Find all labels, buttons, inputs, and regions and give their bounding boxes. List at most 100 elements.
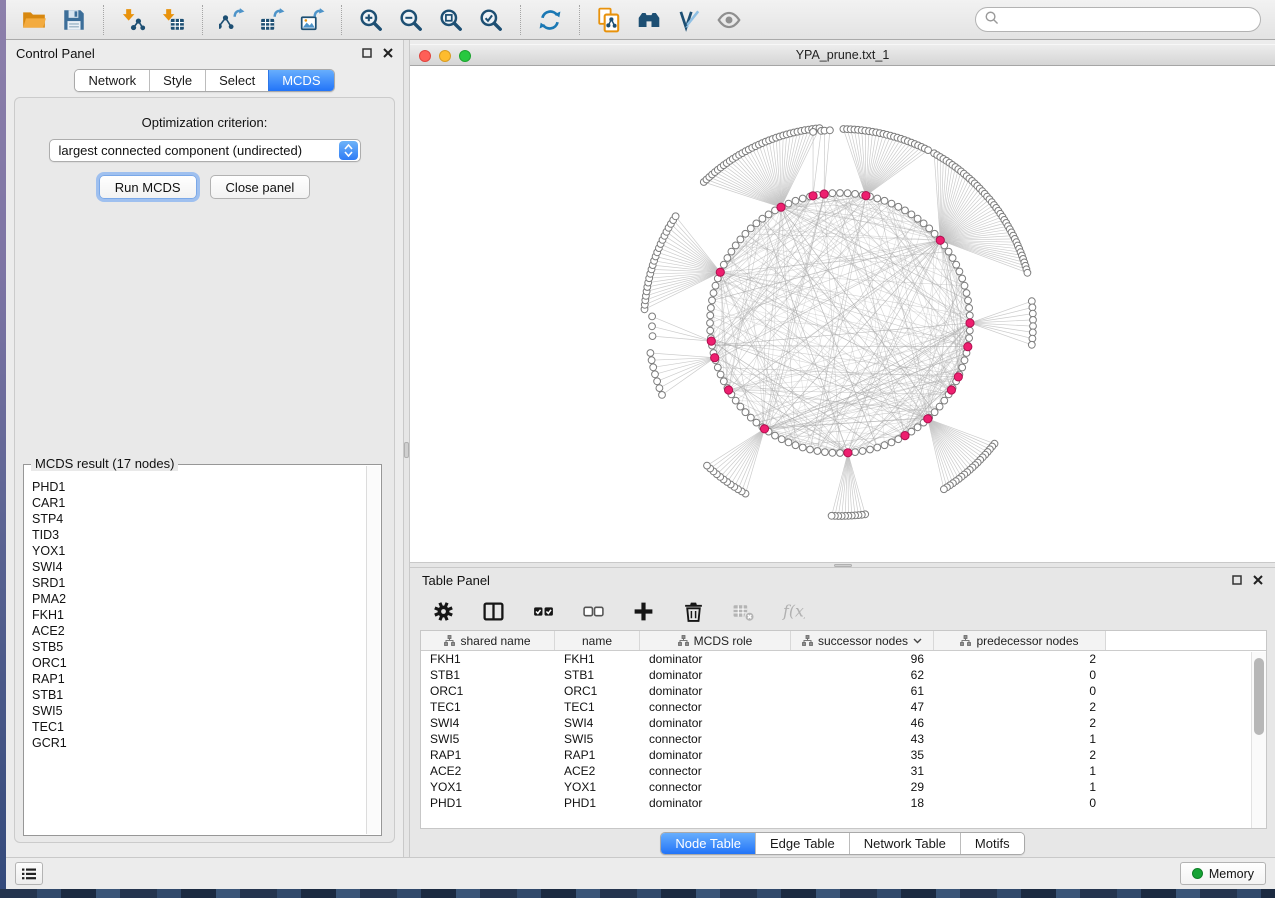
cell-mcds-role: dominator (640, 684, 791, 698)
horizontal-splitter[interactable] (410, 562, 1275, 568)
optimization-criterion-label: Optimization criterion: (142, 115, 268, 130)
maximize-window-button[interactable] (459, 50, 471, 62)
network-graph[interactable] (410, 66, 1275, 562)
mcds-result-item[interactable]: CAR1 (32, 495, 365, 511)
add-column-button[interactable] (630, 598, 656, 624)
table-row[interactable]: ORC1ORC1dominator610 (421, 683, 1266, 699)
import-network-button[interactable] (115, 3, 151, 37)
memory-button[interactable]: Memory (1180, 862, 1266, 885)
mcds-result-item[interactable]: STB5 (32, 639, 365, 655)
column-header-name[interactable]: name (555, 631, 640, 650)
column-header-mcds-role[interactable]: MCDS role (640, 631, 791, 650)
run-mcds-button[interactable]: Run MCDS (99, 175, 197, 199)
table-row[interactable]: STB1STB1dominator620 (421, 667, 1266, 683)
export-table-button[interactable] (254, 3, 290, 37)
splitter-grip[interactable] (404, 442, 409, 458)
table-tabs-group: Node TableEdge TableNetwork TableMotifs (660, 832, 1024, 855)
mcds-result-item[interactable]: ORC1 (32, 655, 365, 671)
tab-node-table[interactable]: Node Table (661, 833, 755, 854)
export-network-button[interactable] (214, 3, 250, 37)
export-image-button[interactable] (294, 3, 330, 37)
optimization-criterion-select[interactable]: largest connected component (undirected) (49, 139, 361, 162)
import-table-button[interactable] (155, 3, 191, 37)
close-panel-icon[interactable] (383, 48, 393, 58)
mcds-result-item[interactable]: SWI4 (32, 559, 365, 575)
column-header-predecessor-nodes[interactable]: predecessor nodes (934, 631, 1106, 650)
cell-predecessor-nodes: 2 (934, 700, 1106, 714)
cell-name: ACE2 (555, 764, 640, 778)
float-panel-icon[interactable] (362, 48, 372, 58)
task-history-button[interactable] (15, 862, 43, 885)
cell-mcds-role: dominator (640, 652, 791, 666)
cell-shared-name: RAP1 (421, 748, 555, 762)
open-file-button[interactable] (16, 3, 52, 37)
tab-select[interactable]: Select (205, 70, 268, 91)
mcds-result-item[interactable]: TID3 (32, 527, 365, 543)
zoom-out-button[interactable] (393, 3, 429, 37)
vertical-splitter[interactable] (403, 40, 410, 857)
column-header-shared-name[interactable]: shared name (421, 631, 555, 650)
mcds-result-item[interactable]: STP4 (32, 511, 365, 527)
tab-edge-table[interactable]: Edge Table (755, 833, 849, 854)
hide-graphics-details-button[interactable] (711, 3, 747, 37)
tab-style[interactable]: Style (149, 70, 205, 91)
tab-mcds[interactable]: MCDS (268, 70, 333, 91)
table-row[interactable]: PHD1PHD1dominator180 (421, 795, 1266, 811)
table-row[interactable]: TEC1TEC1connector472 (421, 699, 1266, 715)
deselect-all-button[interactable] (580, 598, 606, 624)
table-row[interactable]: FKH1FKH1dominator962 (421, 651, 1266, 667)
memory-status-icon (1192, 868, 1203, 879)
table-row[interactable]: SWI4SWI4dominator462 (421, 715, 1266, 731)
tab-motifs[interactable]: Motifs (960, 833, 1024, 854)
eye-icon (716, 7, 742, 33)
mcds-result-list: PHD1CAR1STP4TID3YOX1SWI4SRD1PMA2FKH1ACE2… (25, 475, 365, 834)
table-row[interactable]: SWI5SWI5connector431 (421, 731, 1266, 747)
show-columns-button[interactable] (480, 598, 506, 624)
select-all-button[interactable] (530, 598, 556, 624)
table-vertical-scrollbar[interactable] (1251, 652, 1266, 828)
zoom-fit-button[interactable] (433, 3, 469, 37)
attribute-type-icon (444, 635, 455, 646)
tab-network[interactable]: Network (75, 70, 149, 91)
mcds-result-item[interactable]: PMA2 (32, 591, 365, 607)
mcds-result-item[interactable]: SRD1 (32, 575, 365, 591)
minimize-window-button[interactable] (439, 50, 451, 62)
first-neighbors-button[interactable] (631, 3, 667, 37)
scrollbar-thumb[interactable] (1254, 658, 1264, 735)
mcds-result-item[interactable]: YOX1 (32, 543, 365, 559)
search-box[interactable] (975, 7, 1261, 32)
delete-column-button[interactable] (680, 598, 706, 624)
network-canvas[interactable] (410, 66, 1275, 562)
close-panel-button[interactable]: Close panel (210, 175, 311, 199)
mcds-result-item[interactable]: SWI5 (32, 703, 365, 719)
mcds-result-item[interactable]: FKH1 (32, 607, 365, 623)
mcds-result-item[interactable]: STB1 (32, 687, 365, 703)
splitter-grip[interactable] (834, 564, 852, 567)
apply-layout-button[interactable] (532, 3, 568, 37)
tab-network-table[interactable]: Network Table (849, 833, 960, 854)
table-toolbar: f(x) (410, 592, 1275, 630)
table-row[interactable]: YOX1YOX1connector291 (421, 779, 1266, 795)
close-window-button[interactable] (419, 50, 431, 62)
table-settings-button[interactable] (430, 598, 456, 624)
mcds-result-item[interactable]: RAP1 (32, 671, 365, 687)
mcds-result-item[interactable]: ACE2 (32, 623, 365, 639)
table-row[interactable]: ACE2ACE2connector311 (421, 763, 1266, 779)
control-panel-tabs: NetworkStyleSelectMCDS (6, 66, 403, 94)
new-network-from-selection-button[interactable] (591, 3, 627, 37)
mcds-result-item[interactable]: PHD1 (32, 479, 365, 495)
mcds-result-item[interactable]: GCR1 (32, 735, 365, 751)
network-window-title: YPA_prune.txt_1 (796, 48, 890, 62)
mcds-result-scrollbar[interactable] (366, 466, 380, 834)
mcds-result-item[interactable]: TEC1 (32, 719, 365, 735)
zoom-selected-button[interactable] (473, 3, 509, 37)
show-graphics-details-button[interactable] (671, 3, 707, 37)
zoom-in-button[interactable] (353, 3, 389, 37)
cell-successor-nodes: 61 (791, 684, 934, 698)
search-input[interactable] (1004, 10, 1252, 30)
table-row[interactable]: RAP1RAP1dominator352 (421, 747, 1266, 763)
float-panel-icon[interactable] (1232, 575, 1242, 585)
close-panel-icon[interactable] (1253, 575, 1263, 585)
save-session-button[interactable] (56, 3, 92, 37)
column-header-successor-nodes[interactable]: successor nodes (791, 631, 934, 650)
